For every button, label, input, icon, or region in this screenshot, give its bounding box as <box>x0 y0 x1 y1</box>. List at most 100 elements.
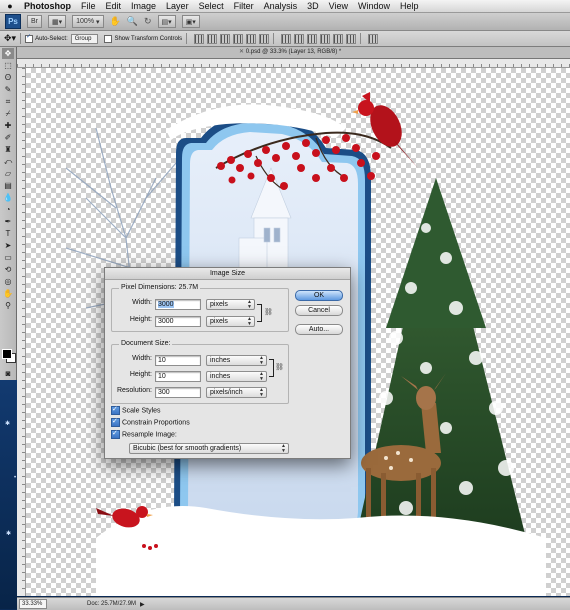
3d-orbit-tool-icon[interactable]: ◎ <box>2 276 14 287</box>
dodge-tool-icon[interactable]: ◔ <box>2 204 14 215</box>
doc-height-input[interactable]: 10 <box>155 371 201 382</box>
document-size-info[interactable]: Doc: 25.7M/27.9M <box>87 601 136 607</box>
view-extras-button[interactable]: ▦▾ <box>48 15 67 28</box>
zoom-field[interactable]: 33.33% <box>19 599 47 609</box>
pixel-width-input[interactable]: 3000 <box>155 299 201 310</box>
pixel-dimensions-value: 25.7M <box>178 284 199 291</box>
photoshop-logo: Ps <box>5 14 21 29</box>
menu-photoshop[interactable]: Photoshop <box>24 1 71 11</box>
menu-select[interactable]: Select <box>199 1 224 11</box>
resample-method-select[interactable]: Bicubic (best for smooth gradients) ▲ ▼ <box>129 443 289 454</box>
distribute-right-icon[interactable] <box>346 33 357 44</box>
menu-filter[interactable]: Filter <box>234 1 254 11</box>
zoom-tool-icon[interactable]: 🔍 <box>127 16 138 27</box>
align-right-icon[interactable] <box>259 33 270 44</box>
foreground-background-colors[interactable] <box>2 349 16 363</box>
marquee-tool-icon[interactable]: ⬚ <box>2 60 14 71</box>
pen-tool-icon[interactable]: ✒ <box>2 216 14 227</box>
resolution-unit-select[interactable]: pixels/inch ▲ ▼ <box>206 387 267 398</box>
doc-width-unit-select[interactable]: inches ▲ ▼ <box>206 355 267 366</box>
doc-height-label: Height: <box>129 371 152 378</box>
path-selection-tool-icon[interactable]: ➤ <box>2 240 14 251</box>
auto-select-checkbox[interactable] <box>25 33 34 43</box>
resolution-input[interactable]: 300 <box>155 387 201 398</box>
menu-3d[interactable]: 3D <box>307 1 319 11</box>
pixel-height-value: 3000 <box>158 318 174 325</box>
menu-bar: ● Photoshop File Edit Image Layer Select… <box>0 0 570 13</box>
scale-styles-checkbox[interactable]: Scale Styles <box>111 405 161 415</box>
screen-mode-button[interactable]: ▣▾ <box>181 15 200 28</box>
doc-width-input[interactable]: 10 <box>155 355 201 366</box>
divider <box>360 33 362 44</box>
hand-tool-icon[interactable]: ✋ <box>110 16 121 27</box>
arrange-documents-button[interactable]: ▤▾ <box>157 15 176 28</box>
zoom-tool-icon[interactable]: ⚲ <box>2 300 14 311</box>
resample-method-value: Bicubic (best for smooth gradients) <box>133 445 242 452</box>
auto-align-icon[interactable] <box>368 33 379 44</box>
updown-arrows-icon: ▲ ▼ <box>259 355 264 366</box>
distribute-hcenter-icon[interactable] <box>333 33 344 44</box>
auto-button[interactable]: Auto... <box>295 324 343 335</box>
align-hcenter-icon[interactable] <box>246 33 257 44</box>
hand-tool-icon[interactable]: ✋ <box>2 288 14 299</box>
eraser-tool-icon[interactable]: ▱ <box>2 168 14 179</box>
move-tool-preset-icon[interactable]: ✥▾ <box>4 33 16 44</box>
lasso-tool-icon[interactable]: ʘ <box>2 72 14 83</box>
menu-view[interactable]: View <box>329 1 348 11</box>
shape-tool-icon[interactable]: ▭ <box>2 252 14 263</box>
menu-edit[interactable]: Edit <box>106 1 122 11</box>
ok-button[interactable]: OK <box>295 290 343 301</box>
auto-select-dropdown[interactable]: Group <box>70 33 99 44</box>
distribute-vcenter-icon[interactable] <box>294 33 305 44</box>
apple-menu-icon[interactable]: ● <box>4 1 16 11</box>
move-tool-icon[interactable]: ✥ <box>2 48 14 59</box>
brush-tool-icon[interactable]: ✐ <box>2 132 14 143</box>
checkbox-icon <box>111 417 120 427</box>
pixel-width-unit-select[interactable]: pixels ▲ ▼ <box>206 299 255 310</box>
pixel-height-unit-select[interactable]: pixels ▲ ▼ <box>206 316 255 327</box>
distribute-bottom-icon[interactable] <box>307 33 318 44</box>
type-tool-icon[interactable]: T <box>2 228 14 239</box>
gradient-tool-icon[interactable]: ▤ <box>2 180 14 191</box>
menu-file[interactable]: File <box>81 1 96 11</box>
menu-analysis[interactable]: Analysis <box>264 1 298 11</box>
3d-rotate-tool-icon[interactable]: ⟲ <box>2 264 14 275</box>
divider <box>20 33 22 44</box>
chain-link-icon: ⛓ <box>275 364 284 371</box>
distribute-top-icon[interactable] <box>281 33 292 44</box>
align-left-icon[interactable] <box>233 33 244 44</box>
status-menu-arrow-icon[interactable]: ▶ <box>140 601 145 608</box>
healing-brush-tool-icon[interactable]: ✚ <box>2 120 14 131</box>
clone-stamp-tool-icon[interactable]: ♜ <box>2 144 14 155</box>
quick-select-tool-icon[interactable]: ✎ <box>2 84 14 95</box>
distribute-left-icon[interactable] <box>320 33 331 44</box>
pixel-width-value: 3000 <box>158 301 174 308</box>
show-transform-checkbox[interactable] <box>104 34 113 43</box>
history-brush-tool-icon[interactable]: ⤺ <box>2 156 14 167</box>
menu-help[interactable]: Help <box>400 1 419 11</box>
constrain-proportions-checkbox[interactable]: Constrain Proportions <box>111 417 190 427</box>
quick-mask-icon[interactable]: ◙ <box>2 368 14 379</box>
align-top-icon[interactable] <box>194 33 205 44</box>
blur-tool-icon[interactable]: 💧 <box>2 192 14 203</box>
eyedropper-tool-icon[interactable]: ⌿ <box>2 108 14 119</box>
align-vcenter-icon[interactable] <box>207 33 218 44</box>
doc-height-unit-select[interactable]: inches ▲ ▼ <box>206 371 267 382</box>
zoom-level-dropdown[interactable]: 100% ▾ <box>72 15 104 28</box>
foreground-color-swatch[interactable] <box>2 349 12 359</box>
crop-tool-icon[interactable]: ⌗ <box>2 96 14 107</box>
rotate-view-icon[interactable]: ↻ <box>144 16 152 27</box>
pixel-width-unit: pixels <box>210 301 228 308</box>
bridge-button[interactable]: Br <box>27 15 42 28</box>
resample-image-checkbox[interactable]: Resample Image: <box>111 429 177 439</box>
pixel-height-input[interactable]: 3000 <box>155 316 201 327</box>
menu-layer[interactable]: Layer <box>166 1 189 11</box>
menu-window[interactable]: Window <box>358 1 390 11</box>
menu-image[interactable]: Image <box>131 1 156 11</box>
document-tab[interactable]: ✕ 0.psd @ 33.3% (Layer 13, RGB/8) * <box>17 47 570 59</box>
close-document-icon[interactable]: ✕ <box>239 47 244 58</box>
horizontal-ruler[interactable] <box>17 59 570 68</box>
vertical-ruler[interactable] <box>17 68 26 596</box>
align-bottom-icon[interactable] <box>220 33 231 44</box>
cancel-button[interactable]: Cancel <box>295 305 343 316</box>
